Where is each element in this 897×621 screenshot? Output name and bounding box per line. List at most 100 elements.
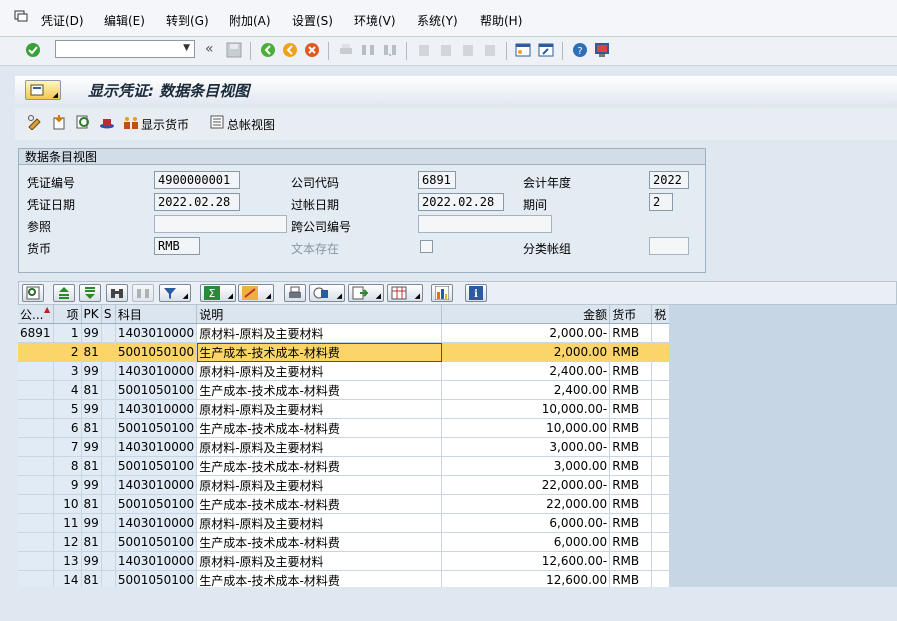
cell-description[interactable]: 原材料-原料及主要材料 [196, 437, 443, 457]
cell-amount[interactable]: 2,000.00- [441, 323, 611, 343]
cell-item[interactable]: 4 [53, 380, 82, 400]
cell-item[interactable]: 14 [53, 570, 82, 587]
cell-company[interactable]: 6891 [18, 323, 54, 343]
next-page-icon[interactable] [460, 42, 476, 58]
cell-currency[interactable]: RMB [609, 456, 653, 476]
general-ledger-icon[interactable] [209, 114, 225, 130]
details-button[interactable] [22, 284, 44, 302]
cell-pk[interactable]: 99 [81, 399, 102, 419]
table-row[interactable]: 7 99 1403010000 原材料-原料及主要材料 3,000.00- RMB [18, 437, 674, 457]
cell-currency[interactable]: RMB [609, 361, 653, 381]
cell-pk[interactable]: 99 [81, 513, 102, 533]
cell-description[interactable]: 原材料-原料及主要材料 [196, 513, 443, 533]
command-field[interactable]: ▼ [55, 40, 195, 58]
cell-account[interactable]: 1403010000 [115, 361, 198, 381]
menu-edit[interactable]: 编辑(E) [104, 12, 145, 29]
previous-page-icon[interactable] [438, 42, 454, 58]
cell-currency[interactable]: RMB [609, 399, 653, 419]
cell-account[interactable]: 1403010000 [115, 513, 198, 533]
cell-s[interactable] [101, 475, 116, 495]
cell-currency[interactable]: RMB [609, 570, 653, 587]
cell-company[interactable] [18, 494, 54, 514]
help-icon[interactable]: ? [572, 42, 588, 58]
cell-amount[interactable]: 6,000.00 [441, 532, 611, 552]
cell-account[interactable]: 1403010000 [115, 399, 198, 419]
menu-document[interactable]: 凭证(D) [41, 12, 84, 29]
filter-button[interactable]: ◢ [159, 284, 191, 302]
cell-s[interactable] [101, 380, 116, 400]
cell-item[interactable]: 12 [53, 532, 82, 552]
print-preview-button[interactable] [284, 284, 306, 302]
table-row[interactable]: 6 81 5001050100 生产成本-技术成本-材料费 10,000.00 RMB [18, 418, 674, 438]
cell-description[interactable]: 生产成本-技术成本-材料费 [196, 380, 443, 400]
cell-currency[interactable]: RMB [609, 494, 653, 514]
cell-s[interactable] [101, 494, 116, 514]
table-row[interactable]: 12 81 5001050100 生产成本-技术成本-材料费 6,000.00 RMB [18, 532, 674, 552]
cross-company-field[interactable] [418, 215, 552, 233]
collapse-arrows-icon[interactable]: « [205, 41, 214, 57]
system-menu-icon[interactable] [14, 10, 28, 22]
cell-account[interactable]: 5001050100 [115, 418, 198, 438]
customize-layout-icon[interactable] [594, 42, 610, 58]
cell-s[interactable] [101, 456, 116, 476]
cell-item[interactable]: 8 [53, 456, 82, 476]
cell-company[interactable] [18, 551, 54, 571]
cell-s[interactable] [101, 361, 116, 381]
chevron-down-icon[interactable]: ▼ [183, 43, 190, 53]
cell-amount[interactable]: 22,000.00- [441, 475, 611, 495]
document-overview-icon[interactable] [75, 114, 91, 130]
find-next-icon[interactable] [382, 42, 398, 58]
col-header-amount[interactable]: 金额 [441, 305, 611, 324]
col-header-item[interactable]: 项 [53, 305, 82, 324]
table-row[interactable]: 11 99 1403010000 原材料-原料及主要材料 6,000.00- RMB [18, 513, 674, 533]
text-exists-checkbox[interactable] [420, 240, 433, 253]
table-row[interactable]: 2 81 5001050100 生产成本-技术成本-材料费 2,000.00 RMB [18, 342, 674, 362]
cell-amount[interactable]: 3,000.00- [441, 437, 611, 457]
cell-account[interactable]: 1403010000 [115, 437, 198, 457]
cell-description[interactable]: 生产成本-技术成本-材料费 [196, 570, 443, 587]
subtotal-button[interactable]: ◢ [238, 284, 274, 302]
cell-pk[interactable]: 99 [81, 361, 102, 381]
cell-amount[interactable]: 12,600.00 [441, 570, 611, 587]
cell-account[interactable]: 5001050100 [115, 342, 198, 362]
export-button[interactable]: ◢ [348, 284, 384, 302]
print-icon[interactable] [338, 42, 354, 58]
cell-pk[interactable]: 81 [81, 342, 102, 362]
currency-field[interactable]: RMB [154, 237, 200, 255]
fiscal-year-field[interactable]: 2022 [649, 171, 689, 189]
cell-account[interactable]: 5001050100 [115, 456, 198, 476]
cell-amount[interactable]: 2,400.00 [441, 380, 611, 400]
cell-company[interactable] [18, 570, 54, 587]
cell-company[interactable] [18, 437, 54, 457]
ledger-view-button[interactable]: 总帐视图 [227, 116, 275, 133]
first-page-icon[interactable] [416, 42, 432, 58]
views-button[interactable]: ◢ [309, 284, 345, 302]
cell-description[interactable]: 原材料-原料及主要材料 [196, 361, 443, 381]
cell-currency[interactable]: RMB [609, 551, 653, 571]
cell-currency[interactable]: RMB [609, 418, 653, 438]
total-button[interactable]: Σ ◢ [200, 284, 236, 302]
col-header-s[interactable]: S [101, 305, 116, 324]
cell-description[interactable]: 原材料-原料及主要材料 [196, 399, 443, 419]
other-document-icon[interactable] [51, 114, 67, 130]
display-change-icon[interactable] [27, 114, 43, 130]
cell-s[interactable] [101, 323, 116, 343]
menu-help[interactable]: 帮助(H) [480, 12, 522, 29]
information-button[interactable]: i [465, 284, 487, 302]
cell-company[interactable] [18, 399, 54, 419]
last-page-icon[interactable] [482, 42, 498, 58]
table-row[interactable]: 14 81 5001050100 生产成本-技术成本-材料费 12,600.00 RMB [18, 570, 674, 587]
cell-company[interactable] [18, 342, 54, 362]
table-row[interactable]: 3 99 1403010000 原材料-原料及主要材料 2,400.00- RMB [18, 361, 674, 381]
menu-settings[interactable]: 设置(S) [292, 12, 333, 29]
cell-pk[interactable]: 99 [81, 323, 102, 343]
cell-company[interactable] [18, 361, 54, 381]
cell-amount[interactable]: 6,000.00- [441, 513, 611, 533]
cell-pk[interactable]: 81 [81, 570, 102, 587]
screen-menu-button[interactable]: ◢ [25, 80, 61, 100]
cell-pk[interactable]: 81 [81, 380, 102, 400]
cell-amount[interactable]: 22,000.00 [441, 494, 611, 514]
enter-check-icon[interactable] [25, 42, 41, 58]
cell-description[interactable]: 生产成本-技术成本-材料费 [196, 494, 443, 514]
cell-company[interactable] [18, 532, 54, 552]
